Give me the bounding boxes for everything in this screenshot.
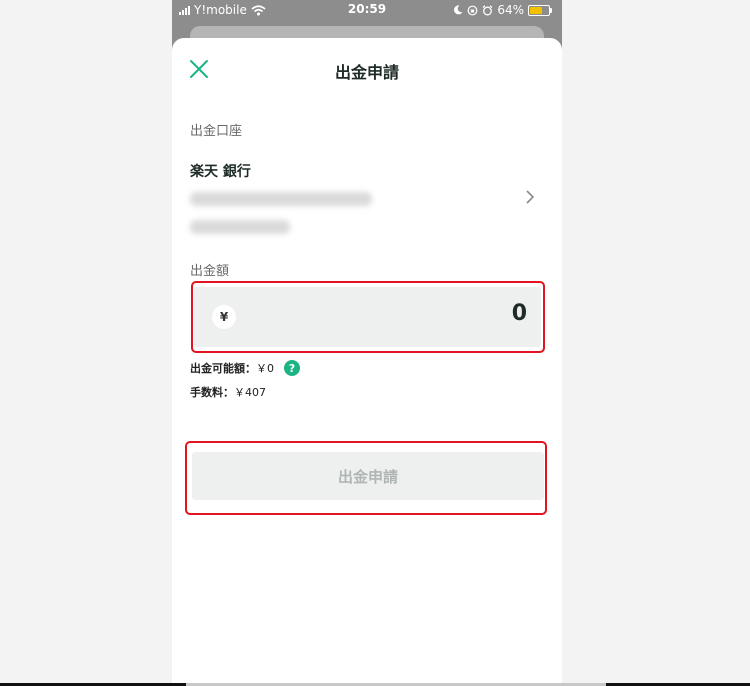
orientation-lock-icon — [467, 5, 478, 15]
moon-icon — [454, 5, 463, 15]
withdrawal-sheet: 出金申請 出金口座 楽天 銀行 出金額 ¥ 0 出金可能額： ￥0 ? 手数料：… — [172, 38, 562, 686]
chevron-right-icon — [526, 190, 535, 204]
alarm-icon — [482, 4, 493, 15]
phone-screen: Y!mobile 20:59 64% 出金申請 出金口座 楽天 銀行 出金額 ¥… — [172, 0, 562, 686]
status-bar-right: 64% — [453, 3, 552, 17]
highlight-submit-button — [185, 441, 547, 515]
account-detail-redacted — [190, 192, 372, 206]
page-title: 出金申請 — [334, 63, 399, 82]
amount-section-label: 出金額 — [190, 264, 230, 279]
fee-value: ￥407 — [234, 386, 266, 399]
status-bar: Y!mobile 20:59 64% — [172, 0, 562, 20]
fee-info: 手数料： ￥407 — [190, 384, 266, 400]
help-icon[interactable]: ? — [284, 360, 300, 376]
fee-label: 手数料： — [190, 386, 234, 399]
account-holder-redacted — [190, 220, 290, 234]
available-amount-value: ￥0 — [256, 362, 274, 375]
battery-percent: 64% — [497, 3, 524, 17]
available-amount-info: 出金可能額： ￥0 ? — [190, 360, 300, 376]
battery-fill — [530, 6, 542, 14]
battery-icon — [528, 4, 552, 16]
bank-name: 楽天 銀行 — [190, 164, 251, 180]
highlight-amount-input — [191, 281, 545, 353]
account-section-label: 出金口座 — [190, 124, 243, 139]
available-amount-label: 出金可能額： — [190, 362, 256, 375]
